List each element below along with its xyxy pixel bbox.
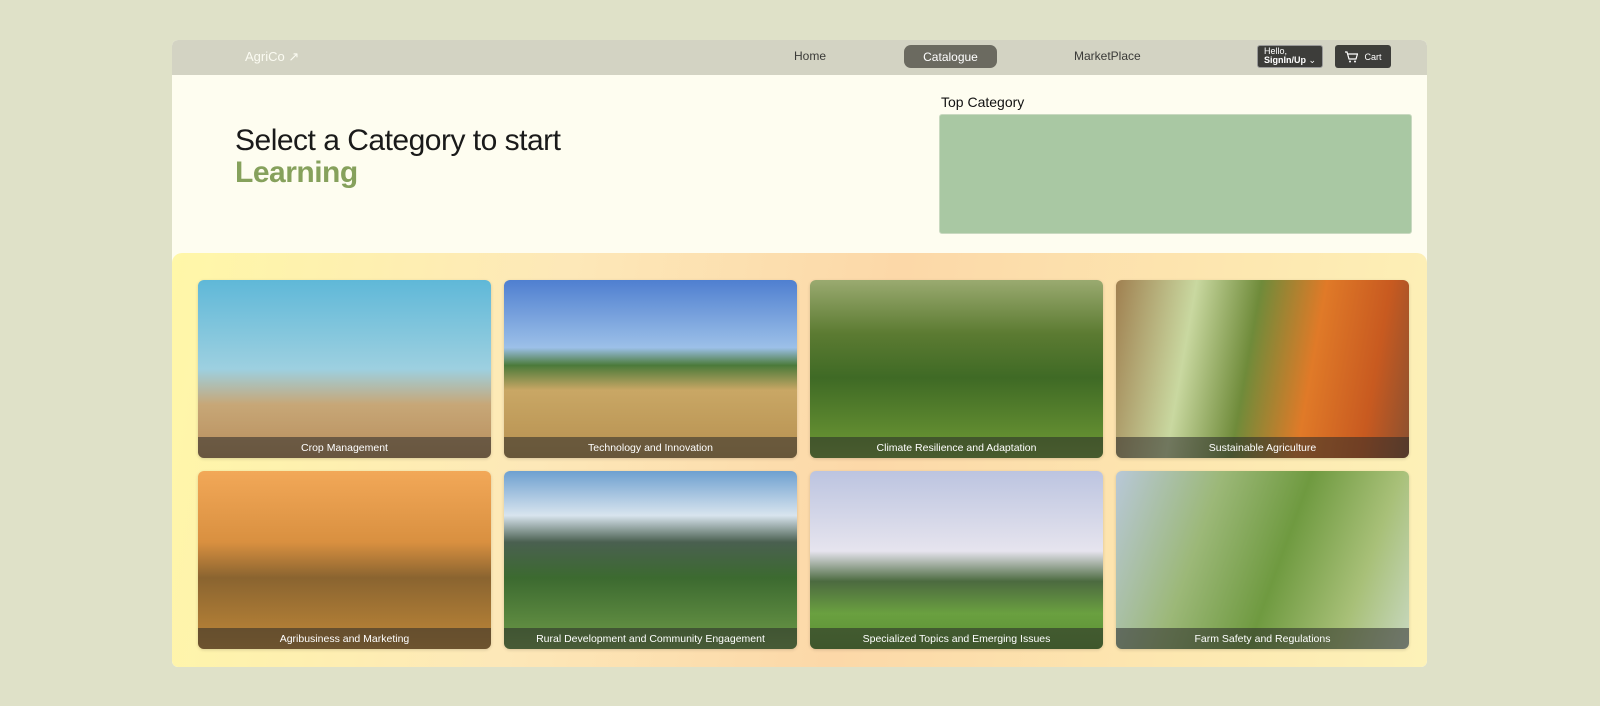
signin-button[interactable]: Hello, SignIn/Up ⌄ [1257, 45, 1323, 68]
signin-action: SignIn/Up [1264, 55, 1306, 65]
hero-title: Select a Category to start [235, 124, 561, 157]
nav-marketplace[interactable]: MarketPlace [1074, 49, 1141, 63]
category-card-label: Crop Management [198, 437, 491, 458]
category-card-label: Sustainable Agriculture [1116, 437, 1409, 458]
nav-home[interactable]: Home [794, 49, 826, 63]
hero-title-accent: Learning [235, 156, 358, 189]
logo[interactable]: AgriCo ↗ [245, 49, 299, 65]
chevron-down-icon: ⌄ [1306, 55, 1317, 65]
category-card-specialized-topics[interactable]: Specialized Topics and Emerging Issues [810, 471, 1103, 649]
category-card-label: Agribusiness and Marketing [198, 628, 491, 649]
category-card-sustainable[interactable]: Sustainable Agriculture [1116, 280, 1409, 458]
category-card-label: Climate Resilience and Adaptation [810, 437, 1103, 458]
cart-label: Cart [1364, 51, 1382, 62]
category-card-label: Specialized Topics and Emerging Issues [810, 628, 1103, 649]
category-card-label: Rural Development and Community Engageme… [504, 628, 797, 649]
nav-catalogue[interactable]: Catalogue [904, 45, 997, 68]
cart-icon [1345, 50, 1359, 62]
category-grid: Crop Management Technology and Innovatio… [172, 253, 1427, 667]
category-card-climate[interactable]: Climate Resilience and Adaptation [810, 280, 1103, 458]
category-card-crop-management[interactable]: Crop Management [198, 280, 491, 458]
category-card-technology[interactable]: Technology and Innovation [504, 280, 797, 458]
top-category-title: Top Category [941, 94, 1025, 110]
category-card-label: Farm Safety and Regulations [1116, 628, 1409, 649]
app-frame: AgriCo ↗ Home Catalogue MarketPlace Hell… [172, 40, 1427, 667]
category-card-agribusiness[interactable]: Agribusiness and Marketing [198, 471, 491, 649]
top-category-panel [939, 114, 1412, 234]
category-card-rural-development[interactable]: Rural Development and Community Engageme… [504, 471, 797, 649]
category-card-label: Technology and Innovation [504, 437, 797, 458]
cart-button[interactable]: Cart [1335, 45, 1391, 68]
navbar: AgriCo ↗ Home Catalogue MarketPlace Hell… [172, 40, 1427, 75]
category-card-farm-safety[interactable]: Farm Safety and Regulations [1116, 471, 1409, 649]
